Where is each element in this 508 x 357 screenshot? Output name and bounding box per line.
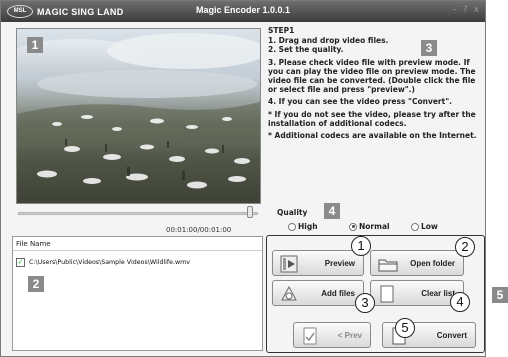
instruction-line: 3. Please check video file with preview … [268,57,476,95]
preview-label: Preview [324,259,355,268]
minimize-button[interactable]: – [452,5,457,15]
title-bar: MSL MAGIC SING LAND Magic Encoder 1.0.0.… [1,1,485,22]
blank-page-icon [380,285,394,303]
quality-normal-label[interactable]: Normal [359,222,390,231]
quality-group: Quality High Normal Low [268,206,464,234]
preview-button[interactable]: Preview [272,250,364,276]
add-files-button[interactable]: Add files [272,280,364,306]
quality-normal-option[interactable]: Normal [349,222,390,231]
window-title: Magic Encoder 1.0.0.1 [195,5,291,15]
radio-low[interactable] [411,222,419,231]
help-button[interactable]: ? [463,5,468,15]
marker-clear-list: 4 [450,292,470,312]
check-page-icon [303,327,317,345]
callout-instructions: 3 [421,40,437,56]
marker-open-folder: 2 [455,237,475,257]
marker-convert: 5 [395,318,415,338]
open-folder-label: Open folder [410,259,455,268]
callout-file-list: 2 [28,276,44,292]
file-list-header[interactable]: File Name [13,237,262,251]
seek-thumb[interactable] [247,206,253,218]
instruction-line: * If you do not see the video, please tr… [268,109,476,128]
file-path[interactable]: C:\Users\Public\Videos\Sample Videos\Wil… [29,259,190,266]
folder-icon [378,259,398,272]
instruction-line: 4. If you can see the video press "Conve… [268,97,452,107]
file-list[interactable]: File Name ✓ C:\Users\Public\Videos\Sampl… [12,236,263,351]
open-folder-button[interactable]: Open folder [370,250,464,276]
add-file-icon [281,285,297,301]
clear-list-label: Clear list [421,289,455,298]
video-preview[interactable] [16,28,261,204]
prev-button[interactable]: < Prev [293,322,371,348]
step-heading: STEP1 [268,26,295,35]
radio-normal[interactable] [349,222,357,231]
quality-high-option[interactable]: High [288,222,318,231]
quality-low-label[interactable]: Low [421,222,438,231]
list-item[interactable]: ✓ C:\Users\Public\Videos\Sample Videos\W… [16,258,190,267]
convert-label: Convert [436,331,467,340]
callout-buttons: 5 [492,287,508,303]
instruction-line: 1. Drag and drop video files. [268,36,389,46]
close-button[interactable]: x [474,5,479,15]
callout-quality: 4 [324,203,340,219]
seek-bar[interactable] [18,212,258,215]
add-files-label: Add files [321,289,355,298]
marker-add-files: 3 [355,293,375,313]
quality-label: Quality [277,208,308,217]
marker-preview: 1 [351,236,371,256]
quality-low-option[interactable]: Low [411,222,438,231]
video-frame-image [17,33,260,189]
film-play-icon [280,255,298,273]
prev-label: < Prev [337,331,362,340]
file-checkbox[interactable]: ✓ [16,258,25,267]
callout-video: 1 [27,37,43,53]
quality-high-label[interactable]: High [298,222,318,231]
time-display: 00:01:00/00:01:00 [166,226,232,234]
instructions-panel: STEP1 1. Drag and drop video files. 2. S… [268,26,482,143]
instruction-line: 2. Set the quality. [268,45,344,55]
radio-high[interactable] [288,222,296,231]
instruction-line: * Additional codecs are available on the… [268,131,477,141]
window-controls: – ? x [452,5,479,15]
